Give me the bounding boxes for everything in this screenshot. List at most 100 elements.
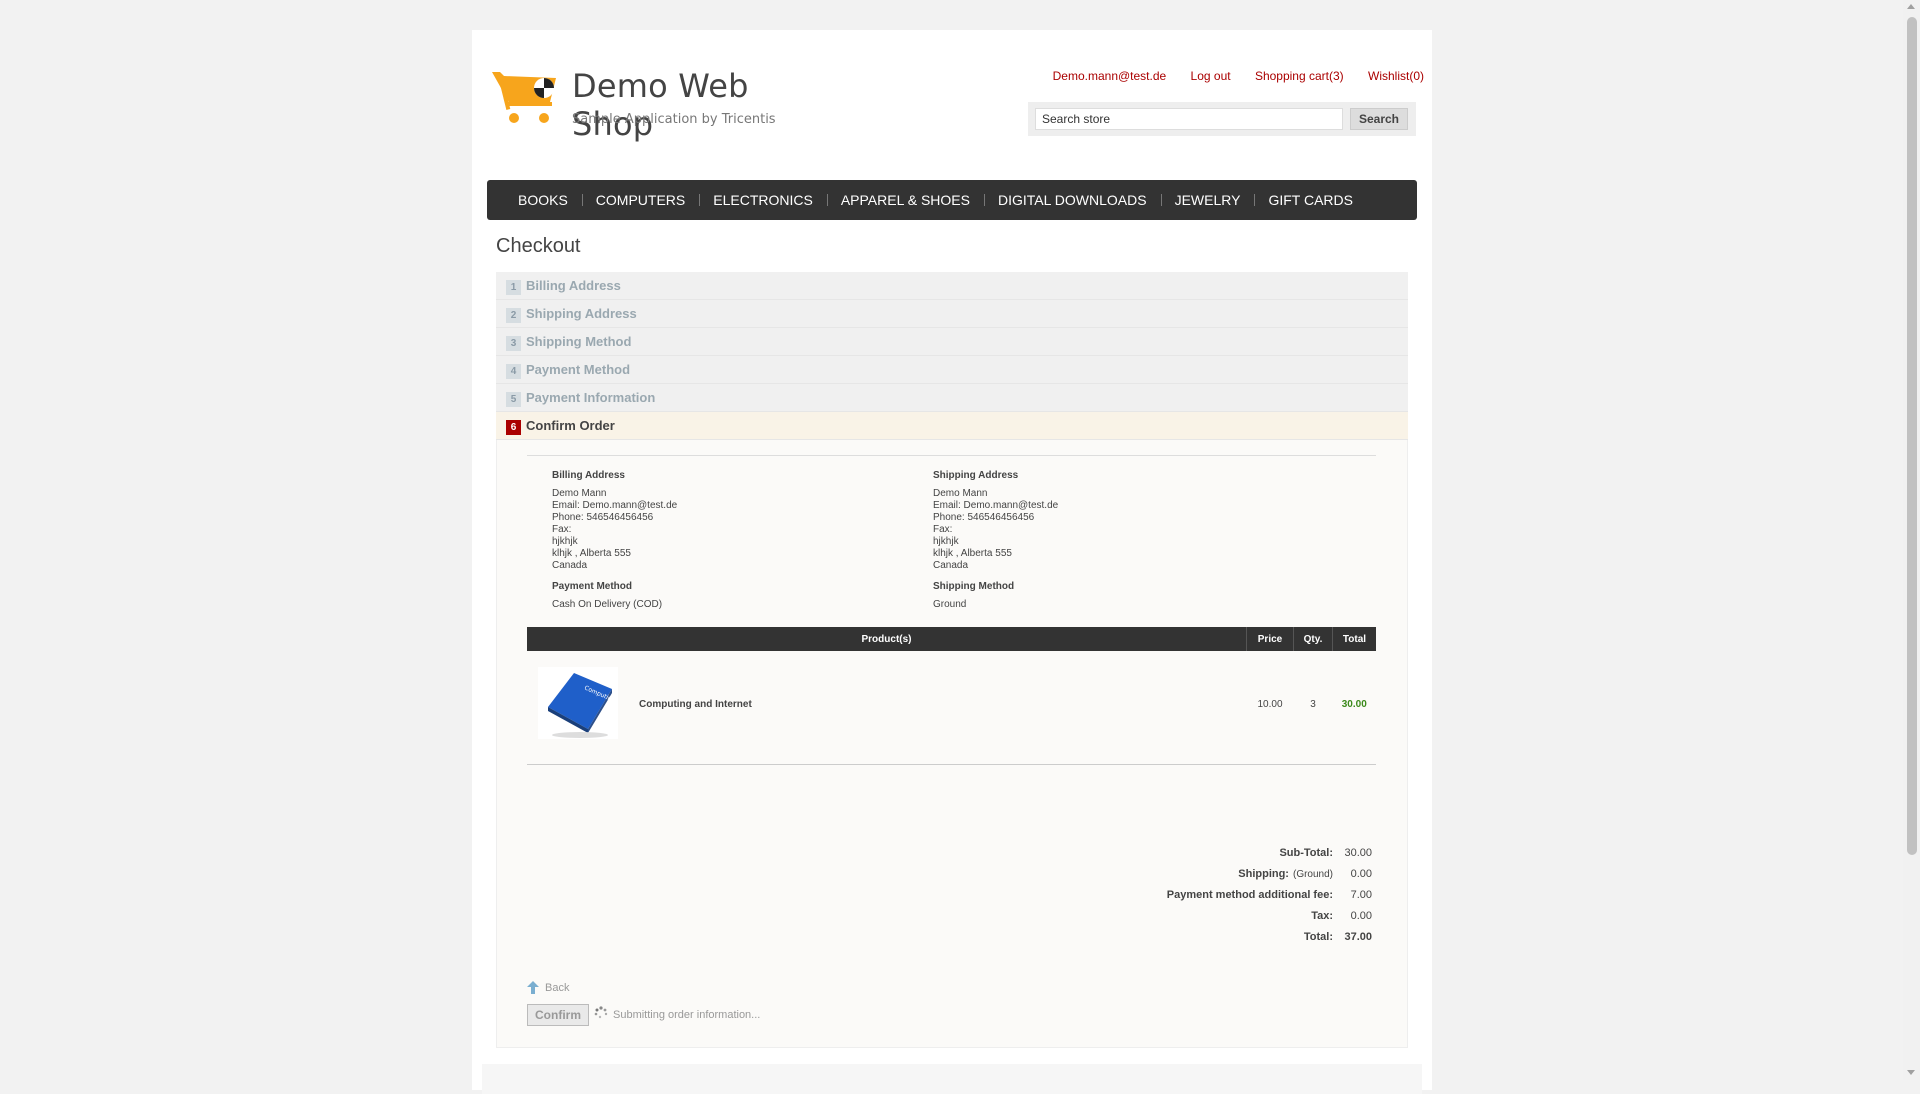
shipping-label: Shipping: [1238, 868, 1289, 880]
col-header-price: Price [1246, 627, 1294, 651]
subtotal-label: Sub-Total: [1279, 847, 1333, 859]
confirm-button[interactable]: Confirm [527, 1004, 589, 1026]
step-label: Shipping Method [526, 334, 632, 349]
subtotal-row: Sub-Total: 30.00 [1167, 843, 1372, 864]
product-total: 30.00 [1341, 698, 1367, 710]
shopping-cart-link[interactable]: Shopping cart(3) [1255, 69, 1344, 83]
search-input[interactable]: Search store [1035, 108, 1343, 130]
shipping-name: Demo Mann [933, 488, 988, 499]
back-label: Back [545, 981, 570, 994]
shipping-method-heading: Shipping Method [933, 581, 1015, 592]
step-number: 2 [506, 308, 521, 323]
step-label: Shipping Address [526, 306, 637, 321]
menu-item-jewelry[interactable]: JEWELRY [1162, 192, 1256, 208]
menu-item-electronics[interactable]: ELECTRONICS [700, 192, 828, 208]
product-name[interactable]: Computing and Internet [629, 651, 1247, 757]
shipping-country: Canada [933, 560, 969, 571]
shipping-fax: Fax: [933, 524, 953, 535]
top-menu: BOOKS COMPUTERS ELECTRONICS APPAREL & SH… [487, 180, 1417, 220]
menu-item-digital-downloads[interactable]: DIGITAL DOWNLOADS [985, 192, 1162, 208]
menu-item-computers[interactable]: COMPUTERS [583, 192, 701, 208]
step-label: Payment Information [526, 390, 656, 405]
menu-item-label: GIFT CARDS [1268, 192, 1353, 208]
order-totals: Sub-Total: 30.00 Shipping: (Ground) 0.00… [1167, 843, 1372, 948]
shipping-address1: hjkhjk [933, 536, 959, 547]
step-payment-information[interactable]: 5 Payment Information [496, 384, 1408, 412]
tax-row: Tax: 0.00 [1167, 906, 1372, 927]
menu-item-books[interactable]: BOOKS [505, 192, 583, 208]
shipping-phone: Phone: 546546456456 [933, 512, 1035, 523]
shipping-city-state-zip: klhjk , Alberta 555 [933, 548, 1012, 559]
menu-item-label: ELECTRONICS [713, 192, 813, 208]
loading-spinner-icon [594, 1006, 608, 1019]
billing-country: Canada [552, 560, 588, 571]
shipping-address-info: Shipping Address Demo Mann Email: Demo.m… [933, 470, 1058, 611]
product-name-link[interactable]: Computing and Internet [639, 699, 752, 710]
footer-strip [482, 1064, 1422, 1094]
col-header-qty: Qty. [1293, 627, 1333, 651]
search-button[interactable]: Search [1350, 108, 1408, 130]
step-label: Confirm Order [526, 418, 615, 433]
product-book-image[interactable]: Computing and Internet [538, 666, 652, 739]
billing-fax: Fax: [552, 524, 572, 535]
step-billing-address[interactable]: 1 Billing Address [496, 272, 1408, 300]
product-price: 10.00 [1257, 698, 1283, 710]
shipping-note: (Ground) [1292, 869, 1333, 880]
total-label: Total: [1303, 931, 1333, 943]
menu-item-label: COMPUTERS [595, 192, 686, 208]
product-qty: 3 [1310, 698, 1316, 710]
vertical-scrollbar[interactable] [1903, 0, 1920, 1080]
logout-link[interactable]: Log out [1191, 69, 1231, 83]
step-payment-method[interactable]: 4 Payment Method [496, 356, 1408, 384]
menu-item-label: BOOKS [518, 192, 568, 208]
header-links: Demo.mann@test.de Log out Shopping cart(… [1032, 69, 1424, 83]
divider [527, 764, 1376, 765]
billing-address-info: Billing Address Demo Mann Email: Demo.ma… [552, 470, 677, 611]
billing-address-heading: Billing Address [552, 470, 625, 481]
tax-value: 0.00 [1350, 910, 1372, 922]
step-number: 5 [506, 392, 521, 407]
billing-email: Email: Demo.mann@test.de [552, 500, 678, 511]
payment-method-value: Cash On Delivery (COD) [552, 599, 663, 610]
step-confirm-order: 6 Confirm Order [496, 412, 1408, 440]
shipping-email: Email: Demo.mann@test.de [933, 500, 1059, 511]
scroll-down-arrow-icon[interactable] [1907, 1070, 1915, 1075]
menu-item-label: APPAREL & SHOES [840, 192, 970, 208]
store-logo[interactable]: Demo Web Shop Sample Application by Tric… [492, 66, 812, 143]
billing-address1: hjkhjk [552, 536, 578, 547]
billing-name: Demo Mann [552, 488, 607, 499]
page-title: Checkout [496, 235, 581, 257]
page-container: Demo Web Shop Sample Application by Tric… [472, 30, 1432, 1094]
shipping-row: Shipping: (Ground) 0.00 [1167, 864, 1372, 885]
step-number: 1 [506, 280, 521, 295]
total-row: Total: 37.00 [1167, 927, 1372, 948]
shipping-method-value: Ground [933, 599, 967, 610]
wishlist-link[interactable]: Wishlist(0) [1368, 69, 1424, 83]
submitting-status-text: Submitting order information... [613, 1009, 761, 1021]
product-picture-cell: Computing and Internet [527, 651, 652, 757]
step-number: 3 [506, 336, 521, 351]
menu-item-apparel-shoes[interactable]: APPAREL & SHOES [828, 192, 985, 208]
back-link[interactable]: Back [527, 981, 569, 994]
step-shipping-method[interactable]: 3 Shipping Method [496, 328, 1408, 356]
scrollbar-thumb[interactable] [1907, 17, 1917, 855]
subtotal-value: 30.00 [1344, 847, 1372, 859]
shopping-cart-logo-icon [492, 72, 556, 123]
step-shipping-address[interactable]: 2 Shipping Address [496, 300, 1408, 328]
account-link[interactable]: Demo.mann@test.de [1053, 69, 1167, 83]
step-number: 6 [506, 420, 521, 435]
arrow-up-icon [527, 981, 539, 994]
fee-row: Payment method additional fee: 7.00 [1167, 885, 1372, 906]
scroll-up-arrow-icon[interactable] [1907, 4, 1915, 9]
menu-item-label: DIGITAL DOWNLOADS [998, 192, 1147, 208]
search-box: Search store Search [1028, 102, 1416, 136]
payment-method-heading: Payment Method [552, 581, 633, 592]
step-label: Billing Address [526, 278, 621, 293]
menu-item-label: JEWELRY [1174, 192, 1241, 208]
tax-label: Tax: [1311, 910, 1333, 922]
billing-city-state-zip: klhjk , Alberta 555 [552, 548, 631, 559]
fee-label: Payment method additional fee: [1166, 889, 1333, 901]
shipping-value: 0.00 [1350, 868, 1372, 880]
menu-item-gift-cards[interactable]: GIFT CARDS [1255, 192, 1367, 208]
step-number: 4 [506, 364, 521, 379]
